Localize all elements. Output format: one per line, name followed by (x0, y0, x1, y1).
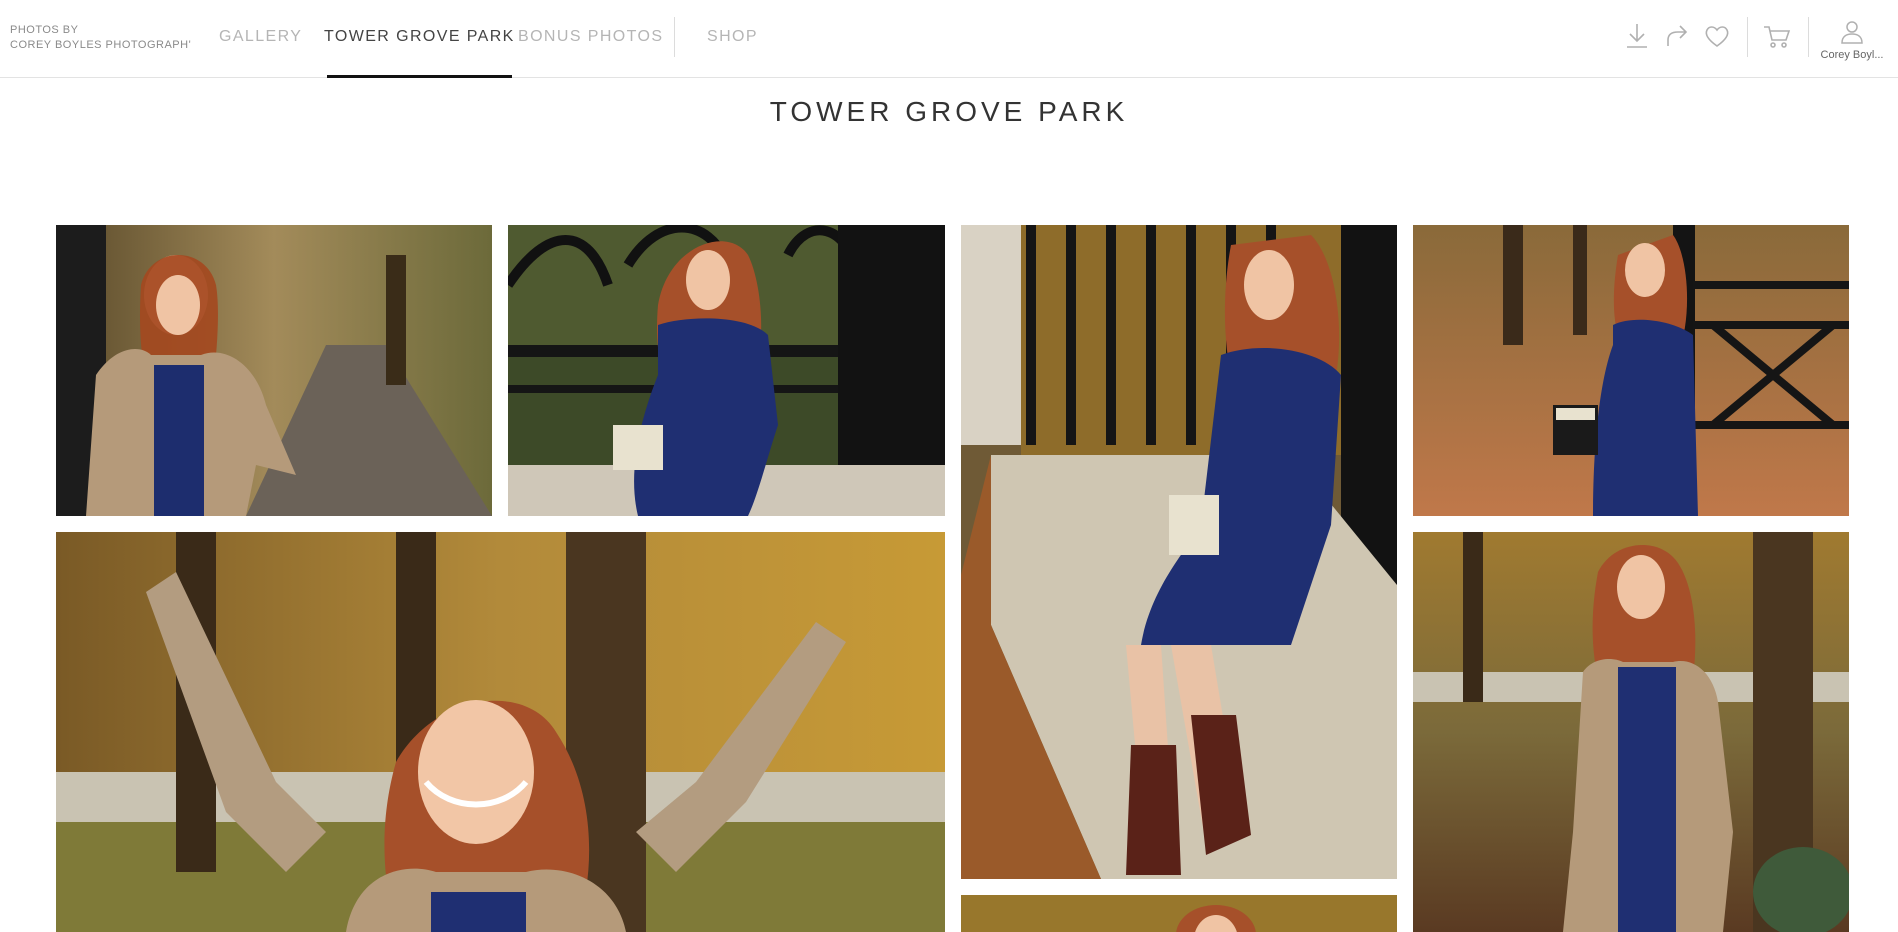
gallery-photo[interactable] (56, 532, 945, 932)
cart-icon[interactable] (1762, 21, 1792, 51)
tab-shop[interactable]: SHOP (707, 0, 758, 78)
photo-image (961, 895, 1397, 932)
user-icon (1841, 21, 1863, 44)
photo-image (961, 225, 1397, 879)
nav-divider (674, 17, 675, 57)
brand-logo[interactable]: PHOTOS BY COREY BOYLES PHOTOGRAPH' (10, 23, 191, 53)
header-bar: PHOTOS BY COREY BOYLES PHOTOGRAPH' GALLE… (0, 0, 1898, 78)
brand-line-1: PHOTOS BY (10, 24, 79, 36)
gallery-photo[interactable] (961, 225, 1397, 879)
tab-gallery[interactable]: GALLERY (219, 0, 302, 78)
photo-image (508, 225, 945, 516)
gallery-photo[interactable] (961, 895, 1397, 932)
share-icon[interactable] (1662, 21, 1692, 51)
download-icon[interactable] (1622, 21, 1652, 51)
photo-image (1413, 532, 1849, 932)
tab-tower-grove-park[interactable]: TOWER GROVE PARK (324, 0, 515, 78)
gallery-photo[interactable] (1413, 532, 1849, 932)
photo-image (56, 225, 492, 516)
gallery-photo[interactable] (56, 225, 492, 516)
brand-line-2: COREY BOYLES PHOTOGRAPH' (10, 39, 192, 51)
account-name: Corey Boyl... (1820, 49, 1884, 61)
heart-icon[interactable] (1702, 21, 1732, 51)
gallery-photo[interactable] (508, 225, 945, 516)
icon-divider (1747, 17, 1748, 57)
account-menu[interactable]: Corey Boyl... (1812, 20, 1892, 61)
tab-bonus-photos[interactable]: BONUS PHOTOS (518, 0, 663, 78)
account-divider (1808, 17, 1809, 57)
gallery-photo[interactable] (1413, 225, 1849, 516)
photo-image (56, 532, 945, 932)
photo-image (1413, 225, 1849, 516)
page-title: TOWER GROVE PARK (769, 96, 1129, 127)
